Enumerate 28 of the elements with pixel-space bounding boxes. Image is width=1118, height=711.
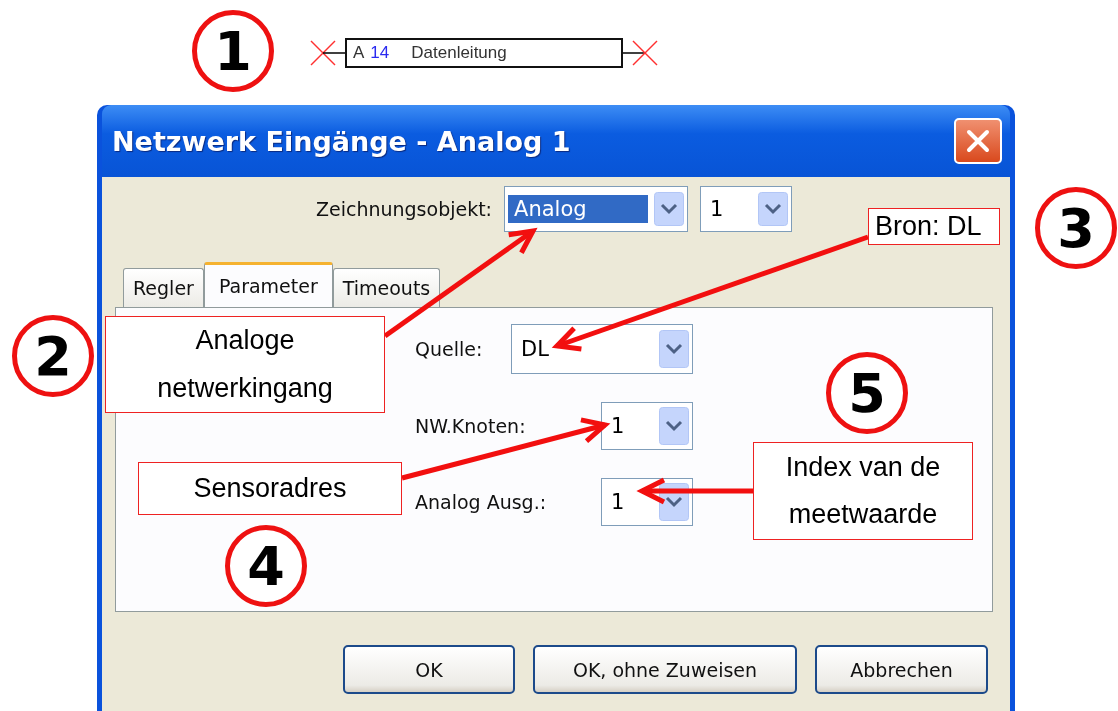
callout-text: Bron: DL <box>868 208 1000 245</box>
dialog-button[interactable]: OK, ohne Zuweisen <box>533 645 797 694</box>
callout-text: Index van de meetwaarde <box>753 442 973 540</box>
close-button[interactable] <box>954 118 1002 164</box>
step-marker: 1 <box>192 10 274 92</box>
dropdown[interactable]: DL <box>511 324 693 374</box>
field-label: Analog Ausg.: <box>415 491 548 513</box>
block-label: Datenleitung <box>411 43 507 63</box>
step-marker: 3 <box>1035 187 1117 269</box>
close-icon <box>965 128 991 154</box>
tab[interactable]: Parameter <box>203 262 333 307</box>
dropdown[interactable]: Analog <box>504 186 689 232</box>
block-prefix: A <box>353 43 365 63</box>
dropdown[interactable]: 1 <box>700 186 793 232</box>
step-marker: 2 <box>12 315 94 397</box>
block-number: 14 <box>370 43 390 63</box>
callout-text: Analoge netwerkingang <box>105 316 385 413</box>
callout-text: Sensoradres <box>138 462 402 515</box>
dropdown[interactable]: 1 <box>601 478 693 526</box>
tab[interactable]: Regler <box>123 268 204 307</box>
dropdown[interactable]: 1 <box>601 402 693 450</box>
window-title: Netzwerk Eingänge - Analog 1 <box>112 125 571 157</box>
dialog-button[interactable]: OK <box>343 645 515 694</box>
field-label: NW.Knoten: <box>415 415 527 437</box>
tab[interactable]: Timeouts <box>332 268 441 307</box>
field-label: Quelle: <box>415 338 484 360</box>
field-label: Zeichnungsobjekt: <box>315 198 493 220</box>
dialog-button[interactable]: Abbrechen <box>815 645 988 694</box>
